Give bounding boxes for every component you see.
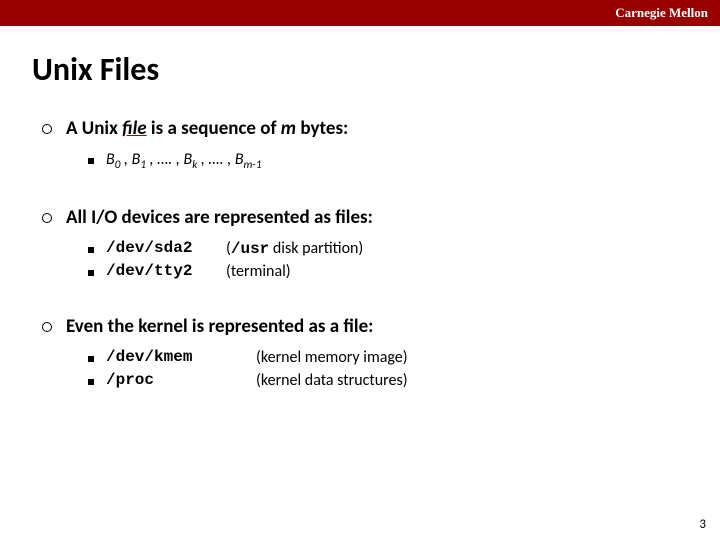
top-bar: Carnegie Mellon bbox=[0, 0, 720, 26]
seq-b: B bbox=[235, 150, 244, 169]
dev-path: /dev/tty2 bbox=[106, 262, 226, 281]
bullet-icon bbox=[42, 213, 52, 223]
sub-list-item: /dev/sda2 (/usr disk partition) bbox=[88, 239, 688, 258]
slide-content: Unix Files A Unix file is a sequence of … bbox=[0, 26, 720, 390]
text-fragment: A Unix bbox=[66, 117, 122, 140]
sub-bullet-icon bbox=[88, 356, 94, 362]
sub-list-item: /dev/kmem (kernel memory image) bbox=[88, 348, 688, 367]
byte-sequence: B0 , B1 , …. , Bk , …. , Bm-1 bbox=[106, 150, 262, 172]
bullet-icon bbox=[42, 322, 52, 332]
sub-bullet-icon bbox=[88, 247, 94, 253]
seq-b: B bbox=[132, 150, 141, 169]
slide-title: Unix Files bbox=[32, 50, 688, 89]
seq-b: B bbox=[106, 150, 115, 169]
seq-dots: , …. , bbox=[197, 150, 235, 169]
sub-bullet-icon bbox=[88, 379, 94, 385]
sub-list-item: B0 , B1 , …. , Bk , …. , Bm-1 bbox=[88, 150, 688, 172]
brand-label: Carnegie Mellon bbox=[615, 5, 708, 21]
seq-idx: m-1 bbox=[244, 158, 262, 172]
dev-path: /dev/kmem bbox=[106, 348, 256, 367]
text-var: m bbox=[281, 117, 296, 140]
dev-path: /proc bbox=[106, 371, 256, 390]
sub-bullet-icon bbox=[88, 270, 94, 276]
list-item: A Unix file is a sequence of m bytes: B0… bbox=[42, 117, 688, 172]
sub-list-item: /proc (kernel data structures) bbox=[88, 371, 688, 390]
text-fragment: disk partition) bbox=[269, 239, 363, 258]
page-number: 3 bbox=[699, 517, 706, 532]
dev-entry: /proc (kernel data structures) bbox=[106, 371, 408, 390]
dev-desc: (terminal) bbox=[226, 262, 291, 281]
sub-list-item: /dev/tty2 (terminal) bbox=[88, 262, 688, 281]
dev-desc: (kernel memory image) bbox=[256, 348, 408, 367]
bullet-1-text: A Unix file is a sequence of m bytes: bbox=[66, 117, 348, 140]
text-fragment: is a sequence of bbox=[147, 117, 281, 140]
dev-entry: /dev/kmem (kernel memory image) bbox=[106, 348, 408, 367]
seq-dots: , …. , bbox=[146, 150, 184, 169]
bullet-list: A Unix file is a sequence of m bytes: B0… bbox=[32, 117, 688, 390]
dev-entry: /dev/sda2 (/usr disk partition) bbox=[106, 239, 363, 258]
list-item: Even the kernel is represented as a file… bbox=[42, 315, 688, 390]
dev-desc: (kernel data structures) bbox=[256, 371, 408, 390]
bullet-3-text: Even the kernel is represented as a file… bbox=[66, 315, 373, 338]
bullet-icon bbox=[42, 124, 52, 134]
seq-sep: , bbox=[120, 150, 131, 169]
text-emphasis: file bbox=[122, 117, 147, 140]
dev-desc: (/usr disk partition) bbox=[226, 239, 363, 258]
dev-entry: /dev/tty2 (terminal) bbox=[106, 262, 291, 281]
bullet-2-text: All I/O devices are represented as files… bbox=[66, 206, 373, 229]
dev-path: /dev/sda2 bbox=[106, 239, 226, 258]
seq-b: B bbox=[184, 150, 193, 169]
list-item: All I/O devices are represented as files… bbox=[42, 206, 688, 281]
text-fragment: bytes: bbox=[296, 117, 348, 140]
code-fragment: /usr bbox=[231, 240, 269, 258]
sub-bullet-icon bbox=[88, 158, 94, 164]
